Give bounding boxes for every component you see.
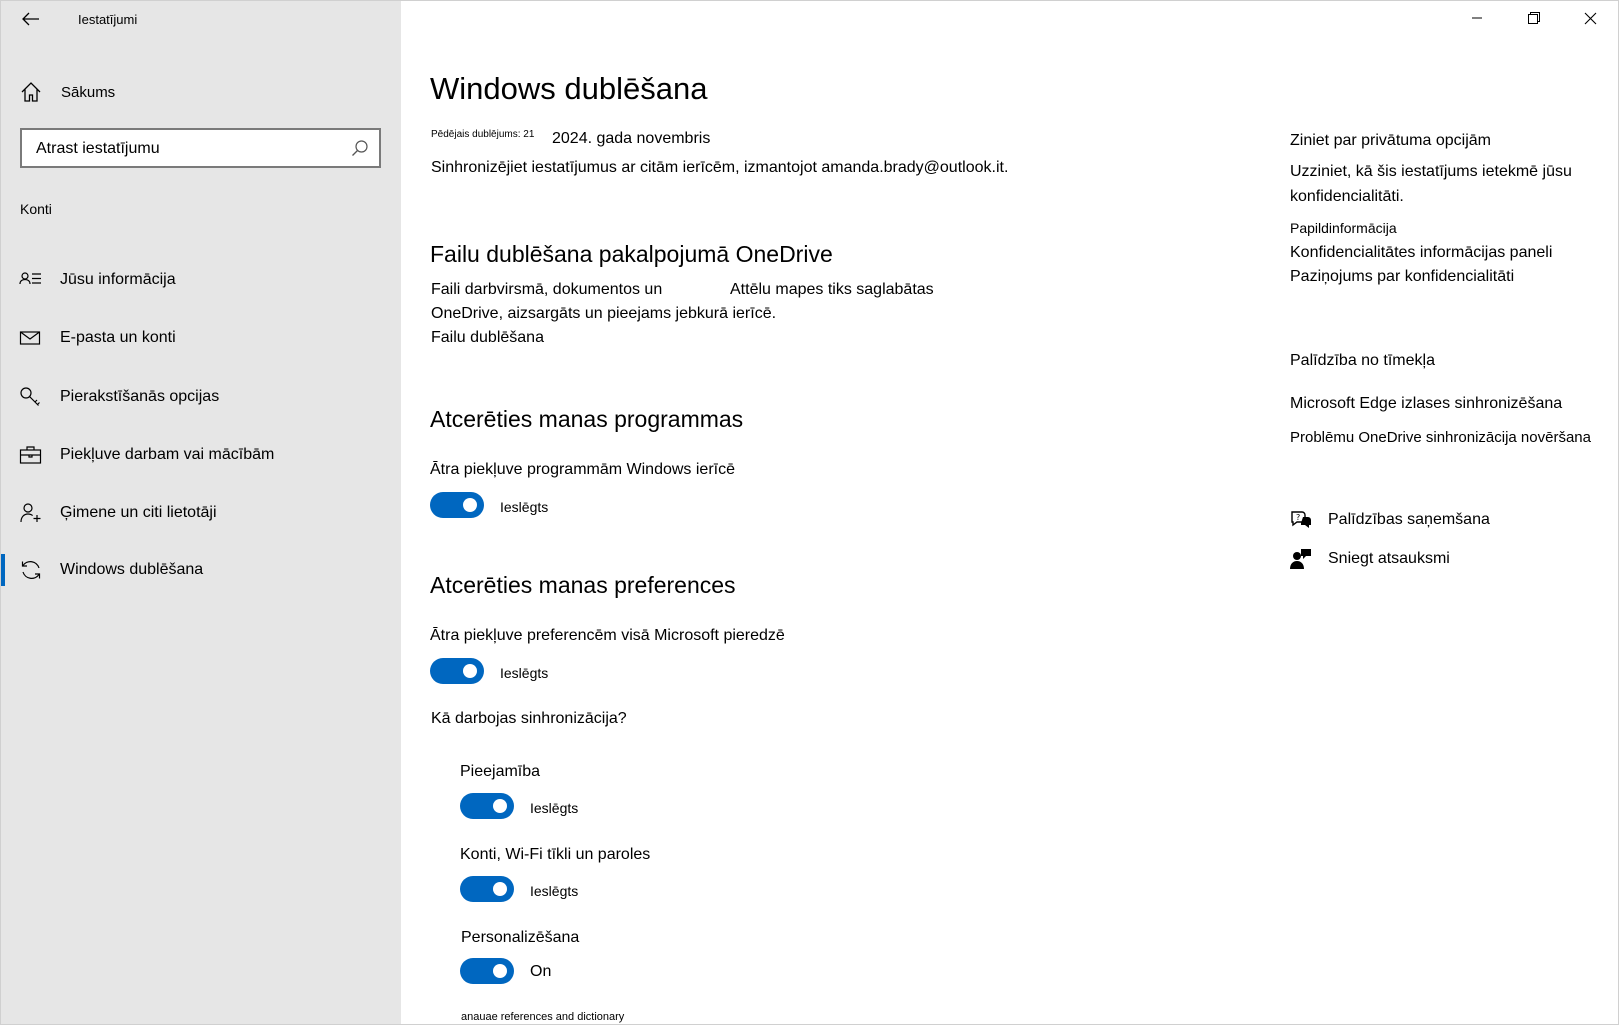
sidebar-item-label: Jūsu informācija	[60, 271, 176, 288]
sidebar-item-label: E-pasta un konti	[60, 329, 176, 346]
onedrive-heading: Failu dublēšana pakalpojumā OneDrive	[430, 241, 833, 267]
sidebar: Iestatījumi Sākums Konti Jūsu informācij…	[1, 1, 401, 1024]
accounts-wifi-passwords-toggle-label: Ieslēgts	[530, 883, 579, 899]
sidebar-item-label: Sākums	[61, 84, 116, 101]
add-person-icon	[20, 503, 41, 523]
chat-help-icon: ?	[1291, 511, 1311, 528]
main-content: Windows dublēšana Pēdējais dublējums: 21…	[401, 1, 1281, 1024]
preferences-heading: Atcerēties manas preferences	[430, 572, 736, 598]
svg-text:?: ?	[1296, 513, 1300, 522]
search-input[interactable]	[36, 138, 336, 160]
sync-icon	[21, 561, 41, 579]
apps-heading: Atcerēties manas programmas	[430, 406, 744, 432]
privacy-text-line1: Uzziniet, kā šis iestatījums ietekmē jūs…	[1290, 163, 1572, 180]
sidebar-item-email-accounts[interactable]: E-pasta un konti	[1, 315, 401, 361]
toggle-knob	[493, 964, 507, 978]
apps-toggle[interactable]	[430, 492, 484, 518]
toggle-knob	[493, 882, 507, 896]
app-title: Iestatījumi	[78, 12, 138, 27]
active-indicator	[1, 554, 5, 586]
apps-toggle-label: Ieslēgts	[500, 499, 549, 515]
get-help-label: Palīdzības saņemšana	[1328, 511, 1490, 528]
privacy-statement-link[interactable]: Paziņojums par konfidencialitāti	[1290, 268, 1514, 286]
privacy-text-line2: konfidencialitāti.	[1290, 188, 1404, 205]
file-backup-link[interactable]: Failu dublēšana	[431, 329, 544, 347]
more-info-label: Papildinformācija	[1290, 220, 1397, 236]
edge-favorites-sync-link[interactable]: Microsoft Edge izlases sinhronizēšana	[1290, 395, 1562, 413]
settings-window: Iestatījumi Sākums Konti Jūsu informācij…	[0, 0, 1619, 1025]
privacy-heading: Ziniet par privātuma opcijām	[1290, 132, 1491, 149]
web-help-heading: Palīdzība no tīmekļa	[1290, 352, 1435, 369]
toggle-knob	[463, 664, 477, 678]
preferences-toggle-label: Ieslēgts	[500, 665, 549, 681]
section-label: Konti	[20, 201, 52, 217]
accessibility-toggle[interactable]	[460, 793, 514, 819]
sidebar-item-your-info[interactable]: Jūsu informācija	[1, 257, 401, 303]
personalization-toggle[interactable]	[460, 958, 514, 984]
preferences-description: Ātra piekļuve preferencēm visā Microsoft…	[430, 627, 785, 644]
sidebar-item-family[interactable]: Ģimene un citi lietotāji	[1, 490, 401, 536]
page-title: Windows dublēšana	[430, 71, 708, 106]
privacy-dashboard-link[interactable]: Konfidencialitātes informācijas paneli	[1290, 244, 1552, 262]
personalization-label: Personalizēšana	[461, 929, 580, 946]
onedrive-description-part2: Attēlu mapes tiks saglabātas	[730, 281, 934, 298]
sidebar-item-home[interactable]: Sākums	[1, 75, 401, 111]
accounts-wifi-passwords-label: Konti, Wi-Fi tīkli un paroles	[460, 846, 651, 863]
feedback-icon	[1290, 549, 1311, 569]
toggle-knob	[493, 799, 507, 813]
accessibility-label: Pieejamība	[460, 763, 541, 780]
sidebar-item-label: Ģimene un citi lietotāji	[60, 504, 217, 521]
last-backup-label: Pēdējais dublējums: 21	[431, 129, 535, 140]
onedrive-description-line2: OneDrive, aizsargāts un pieejams jebkurā…	[431, 305, 777, 322]
language-preferences-label: anauae references and dictionary	[461, 1011, 625, 1023]
search-icon[interactable]	[351, 139, 369, 157]
person-card-icon	[19, 272, 41, 285]
mail-icon	[19, 331, 41, 345]
sidebar-item-label: Windows dublēšana	[60, 561, 204, 578]
sidebar-item-label: Pierakstīšanās opcijas	[60, 388, 220, 405]
give-feedback-label: Sniegt atsauksmi	[1328, 550, 1450, 567]
sync-description: Sinhronizējiet iestatījumus ar citām ier…	[431, 159, 1009, 176]
sidebar-item-windows-backup[interactable]: Windows dublēšana	[1, 547, 401, 593]
home-icon	[21, 82, 41, 102]
onedrive-description-part1: Faili darbvirsmā, dokumentos un	[431, 281, 663, 298]
related-panel: Ziniet par privātuma opcijām Uzziniet, k…	[1281, 1, 1618, 1024]
toggle-knob	[463, 498, 477, 512]
preferences-toggle[interactable]	[430, 658, 484, 684]
back-button[interactable]	[13, 5, 49, 33]
search-box[interactable]	[20, 128, 381, 168]
sidebar-item-label: Piekļuve darbam vai mācībām	[60, 446, 275, 463]
personalization-toggle-label: On	[530, 963, 552, 980]
accounts-wifi-passwords-toggle[interactable]	[460, 876, 514, 902]
back-arrow-icon	[22, 12, 39, 26]
sidebar-item-work-school[interactable]: Piekļuve darbam vai mācībām	[1, 432, 401, 478]
apps-description: Ātra piekļuve programmām Windows ierīcē	[430, 461, 735, 478]
sidebar-item-sign-in-options[interactable]: Pierakstīšanās opcijas	[1, 374, 401, 420]
accessibility-toggle-label: Ieslēgts	[530, 800, 579, 816]
key-icon	[20, 387, 40, 406]
last-backup-date: 2024. gada novembris	[552, 130, 711, 147]
briefcase-icon	[19, 446, 42, 464]
how-sync-works-link[interactable]: Kā darbojas sinhronizācija?	[431, 710, 627, 728]
onedrive-troubleshoot-link[interactable]: Problēmu OneDrive sinhronizācija novērša…	[1290, 429, 1591, 446]
